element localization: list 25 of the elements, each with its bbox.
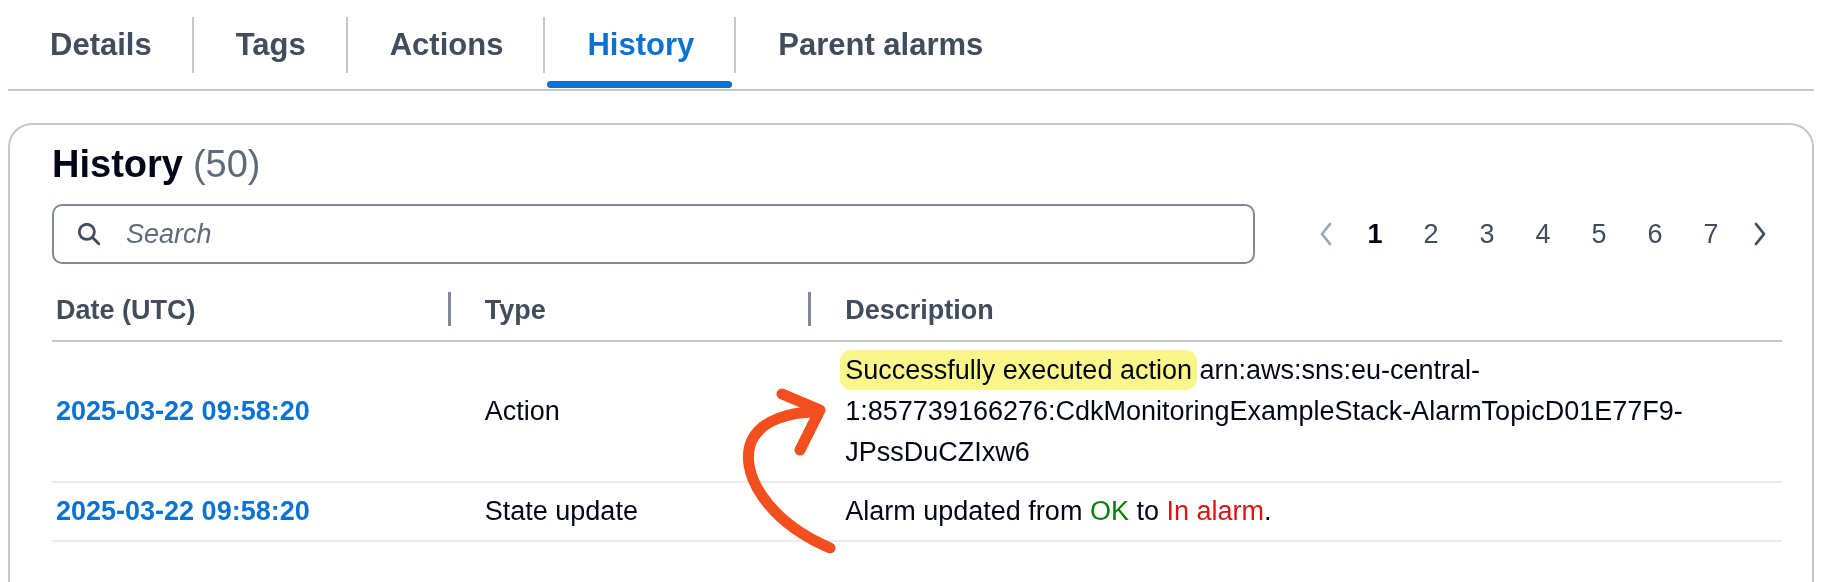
- page-button[interactable]: 7: [1683, 218, 1739, 250]
- tab[interactable]: Actions: [347, 0, 544, 89]
- tab[interactable]: Tags: [193, 0, 346, 89]
- tab[interactable]: Details: [8, 0, 192, 89]
- description-text: Successfully executed action arn:aws:sns:eu-central-1:857739166276:CdkMonitoringExampleStack-AlarmTopicD01E77F9-JPssDuCZIxw6: [845, 354, 1684, 469]
- tab[interactable]: History: [545, 0, 735, 89]
- page-button[interactable]: 4: [1515, 218, 1571, 250]
- column-header[interactable]: Date (UTC): [56, 294, 196, 325]
- search-field[interactable]: Search: [52, 204, 1255, 264]
- item-count: (50): [192, 143, 261, 186]
- description-text: Alarm updated from OK to In alarm.: [845, 495, 1273, 528]
- date-link[interactable]: 2025-03-22 09:58:20: [56, 396, 310, 426]
- page-button[interactable]: 5: [1571, 218, 1627, 250]
- page-button[interactable]: 3: [1459, 218, 1515, 250]
- page-button[interactable]: 6: [1627, 218, 1683, 250]
- panel-title: History: [52, 143, 183, 186]
- page-button[interactable]: 2: [1403, 218, 1459, 250]
- tab[interactable]: Parent alarms: [736, 0, 1024, 89]
- next-page-icon[interactable]: [1753, 222, 1767, 246]
- date-link[interactable]: 2025-03-22 09:58:20: [56, 496, 310, 526]
- table-cell: Action: [484, 396, 560, 426]
- column-header[interactable]: Type: [484, 294, 546, 325]
- table-cell: State update: [484, 496, 638, 526]
- column-header[interactable]: Description: [845, 294, 994, 325]
- page-button[interactable]: 1: [1347, 218, 1403, 250]
